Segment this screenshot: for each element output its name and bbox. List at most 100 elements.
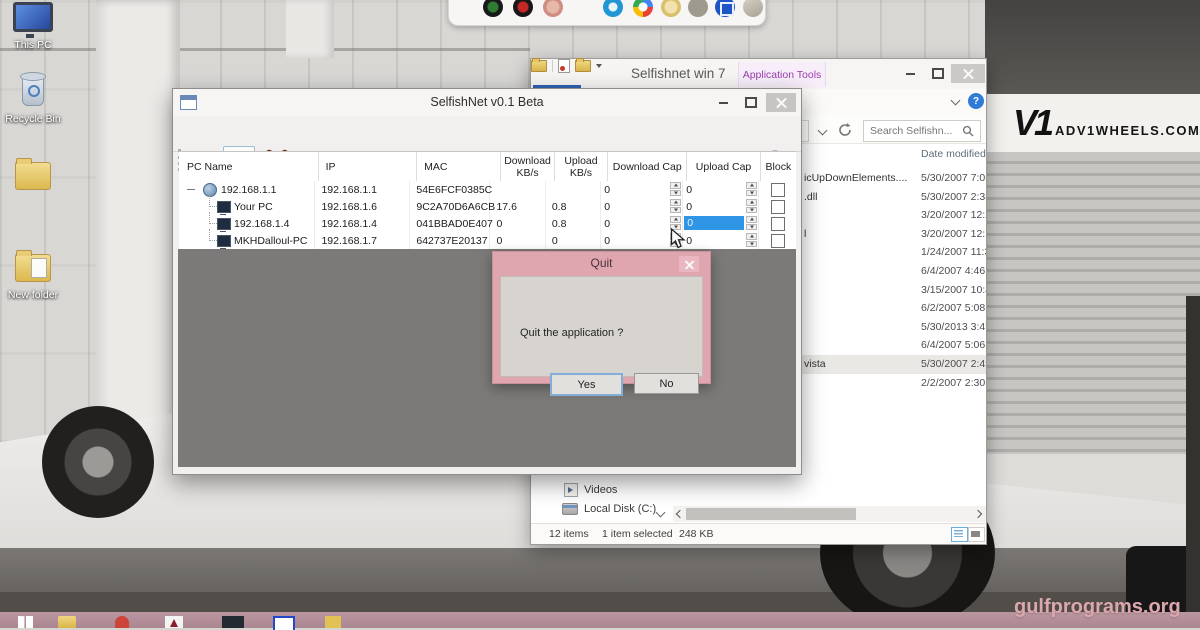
spin-up-icon[interactable] [670, 199, 681, 206]
spin-up-icon[interactable] [670, 182, 681, 189]
desktop-icon-folder[interactable] [0, 162, 66, 195]
download-cap-spinner[interactable] [670, 199, 681, 213]
table-row-192-168-1-4[interactable]: 192.168.1.4 192.168.1.4 041BBAD0E407 0 0… [179, 215, 796, 233]
close-button[interactable] [766, 93, 796, 112]
selfishnet-titlebar[interactable]: SelfishNet v0.1 Beta [173, 89, 801, 116]
details-view-button[interactable] [951, 527, 968, 542]
maximize-button[interactable] [925, 64, 951, 83]
desktop-icon-recycle-bin[interactable]: Recycle Bin [0, 76, 66, 125]
spin-up-icon[interactable] [746, 216, 757, 223]
spin-down-icon[interactable] [746, 207, 757, 214]
col-upload[interactable]: Upload KB/s [555, 152, 608, 182]
file-row[interactable]: 6/4/2007 4:46 [801, 262, 986, 281]
file-row[interactable]: 2/2/2007 2:30 [801, 374, 986, 393]
spin-down-icon[interactable] [670, 207, 681, 214]
no-button[interactable]: No [634, 373, 699, 394]
column-header-date-modified[interactable]: Date modified [921, 148, 986, 160]
spin-down-icon[interactable] [746, 190, 757, 197]
new-file-icon[interactable] [558, 59, 570, 73]
dock-icon-1[interactable] [483, 0, 503, 17]
file-row-selected[interactable]: vista5/30/2007 2:42 [801, 355, 986, 374]
folder-icon[interactable] [531, 60, 547, 72]
dock-icon-3[interactable] [543, 0, 563, 17]
download-cap-value[interactable]: 0 [604, 218, 610, 230]
search-input[interactable] [864, 125, 962, 137]
block-checkbox[interactable] [771, 200, 785, 214]
file-row[interactable]: 6/2/2007 5:08 [801, 299, 986, 318]
minimize-button[interactable] [711, 93, 735, 112]
spin-up-icon[interactable] [746, 233, 757, 240]
col-ip[interactable]: IP [319, 152, 418, 182]
file-row[interactable]: l3/20/2007 12:1 [801, 225, 986, 244]
dock-icon-pencil[interactable] [740, 0, 766, 20]
sidebar-item-videos[interactable]: Videos [564, 483, 617, 497]
upload-cap-spinner[interactable] [746, 233, 757, 247]
table-row-your-pc[interactable]: Your PC 192.168.1.6 9C2A70D6A6CB 17.6 0.… [179, 198, 796, 216]
desktop-icon-this-pc[interactable]: This PC [0, 2, 66, 51]
sidebar-scroll-down-icon[interactable] [656, 508, 666, 518]
scrollbar-thumb[interactable] [686, 508, 856, 520]
dock-icon-app-tile[interactable] [715, 0, 735, 17]
spin-up-icon[interactable] [670, 216, 681, 223]
file-row[interactable]: 6/4/2007 5:06 [801, 336, 986, 355]
folder-icon[interactable] [575, 60, 591, 72]
scroll-right-icon[interactable] [974, 510, 982, 518]
col-upload-cap[interactable]: Upload Cap [687, 152, 760, 182]
scroll-left-icon[interactable] [676, 510, 684, 518]
taskbar-app-icon-red[interactable] [115, 616, 129, 628]
spin-down-icon[interactable] [746, 241, 757, 248]
block-checkbox[interactable] [771, 183, 785, 197]
spin-down-icon[interactable] [746, 224, 757, 231]
dock-icon-browser[interactable] [603, 0, 623, 17]
horizontal-scrollbar[interactable] [673, 506, 986, 522]
file-row[interactable]: 5/30/2013 3:47 [801, 318, 986, 337]
start-button-icon-pane[interactable] [26, 616, 33, 628]
taskbar-file-explorer-icon[interactable] [58, 616, 76, 628]
upload-cap-spinner[interactable] [746, 199, 757, 213]
taskbar-app-icon-yellow[interactable] [325, 616, 341, 628]
download-cap-value[interactable]: 0 [604, 201, 610, 213]
search-box[interactable] [863, 120, 981, 142]
block-checkbox[interactable] [771, 217, 785, 231]
col-mac[interactable]: MAC [417, 152, 501, 182]
upload-cap-value-selected[interactable]: 0 [684, 216, 744, 230]
col-download-cap[interactable]: Download Cap [608, 152, 687, 182]
col-pc-name[interactable]: PC Name [179, 152, 319, 182]
table-row-mkhdalloul[interactable]: MKHDalloul-PC 192.168.1.7 642737E20137 0… [179, 232, 796, 250]
file-row[interactable]: icUpDownElements....5/30/2007 7:05 [801, 169, 986, 188]
col-block[interactable]: Block [761, 152, 796, 182]
close-button[interactable] [951, 64, 985, 83]
dock-icon-6[interactable] [661, 0, 681, 17]
spin-up-icon[interactable] [746, 199, 757, 206]
spin-up-icon[interactable] [746, 182, 757, 189]
large-icons-view-button[interactable] [968, 527, 985, 542]
download-cap-spinner[interactable] [670, 182, 681, 196]
upload-cap-value[interactable]: 0 [686, 235, 692, 247]
col-download[interactable]: Download KB/s [501, 152, 554, 182]
file-row[interactable]: 1/24/2007 11:3 [801, 243, 986, 262]
tab-application-tools[interactable]: Application Tools [738, 62, 826, 87]
upload-cap-spinner[interactable] [746, 182, 757, 196]
explorer-titlebar[interactable]: Selfishnet win 7 Application Tools [531, 59, 986, 89]
taskbar-app-icon-media[interactable] [165, 616, 183, 628]
dock-icon-7[interactable] [688, 0, 708, 17]
block-checkbox[interactable] [771, 234, 785, 248]
refresh-icon[interactable] [837, 122, 853, 138]
taskbar-app-icon-dark[interactable] [222, 616, 244, 628]
upload-cap-value[interactable]: 0 [686, 184, 692, 196]
table-row-router[interactable]: 192.168.1.1 192.168.1.1 54E6FCF0385C 0 0 [179, 181, 796, 199]
dock-icon-2[interactable] [513, 0, 533, 17]
download-cap-value[interactable]: 0 [604, 235, 610, 247]
dock-icon-chrome[interactable] [633, 0, 653, 17]
spin-down-icon[interactable] [670, 190, 681, 197]
help-button[interactable]: ? [968, 93, 984, 109]
maximize-button[interactable] [739, 93, 763, 112]
file-row[interactable]: 3/20/2007 12:2 [801, 206, 986, 225]
close-button[interactable] [679, 256, 699, 272]
minimize-button[interactable] [897, 64, 923, 83]
desktop-icon-new-folder[interactable]: New folder [0, 254, 66, 301]
tree-expander-icon[interactable] [187, 189, 195, 190]
download-cap-value[interactable]: 0 [604, 184, 610, 196]
sidebar-item-local-disk[interactable]: Local Disk (C:) [562, 503, 656, 515]
upload-cap-value[interactable]: 0 [686, 201, 692, 213]
